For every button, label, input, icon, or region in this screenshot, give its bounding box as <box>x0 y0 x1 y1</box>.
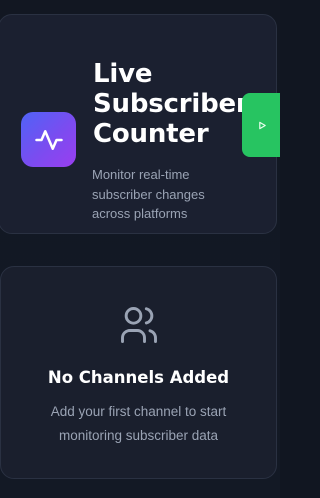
users-icon <box>121 307 157 343</box>
play-icon <box>259 121 266 129</box>
activity-icon <box>34 129 63 150</box>
app-page: Live Subscriber Counter Monitor real-tim… <box>0 0 280 498</box>
start-button[interactable] <box>242 93 280 157</box>
header-card: Live Subscriber Counter Monitor real-tim… <box>0 14 277 234</box>
empty-state-title: No Channels Added <box>47 368 230 387</box>
empty-state-card: No Channels Added Add your first channel… <box>0 266 277 479</box>
app-logo <box>21 112 76 167</box>
page-subtitle: Monitor real-time subscriber changes acr… <box>92 167 205 221</box>
title-line: Live <box>93 59 153 89</box>
empty-state-description: Add your first channel to start monitori… <box>50 404 227 443</box>
